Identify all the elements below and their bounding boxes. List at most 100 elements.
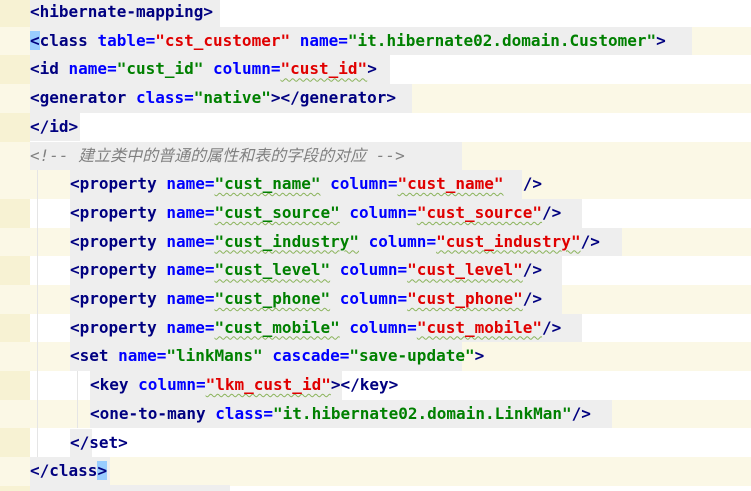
code-token: "cust_industry" bbox=[214, 231, 360, 251]
code-token: cascade= bbox=[272, 346, 350, 366]
code-line-text: <!-- 建立类中的普通的属性和表的字段的对应 --> bbox=[30, 142, 405, 171]
code-line[interactable]: <property name="cust_name" column="cust_… bbox=[0, 170, 751, 199]
code-line[interactable]: <property name="cust_level" column="cust… bbox=[0, 256, 751, 285]
code-token: <property bbox=[70, 317, 167, 337]
code-token: /> bbox=[542, 317, 562, 337]
indent-guide bbox=[37, 170, 38, 458]
code-editor[interactable]: <hibernate-mapping> <class table="cst_cus… bbox=[0, 0, 751, 491]
code-token: "cst_customer" bbox=[155, 30, 291, 50]
code-token: "cust_name" bbox=[214, 174, 321, 194]
code-token: name= bbox=[166, 317, 215, 337]
code-token: <hibernate-mapping> bbox=[30, 2, 214, 21]
code-token: "cust_id" bbox=[280, 59, 368, 79]
code-line[interactable]: <key column="lkm_cust_id"></key> bbox=[0, 371, 751, 400]
code-token: "cust_industry" bbox=[436, 231, 581, 251]
code-line-text: </class> bbox=[30, 457, 108, 486]
code-token: /> bbox=[542, 202, 562, 222]
code-line[interactable]: </id> bbox=[0, 112, 751, 142]
code-line[interactable]: </set> bbox=[0, 428, 751, 458]
code-line[interactable]: </class> bbox=[0, 457, 751, 486]
code-token: <key bbox=[90, 375, 139, 395]
code-line-text: <property name="cust_industry" column="c… bbox=[70, 228, 600, 257]
code-token: <one-to-many bbox=[90, 403, 216, 423]
code-token: column= bbox=[349, 317, 417, 337]
code-line-text: <property name="cust_source" column="cus… bbox=[70, 199, 561, 228]
code-token: "native" bbox=[193, 88, 271, 108]
code-token: /> bbox=[571, 403, 591, 423]
code-line[interactable]: <one-to-many class="it.hibernate02.domai… bbox=[0, 399, 751, 429]
code-token: "lkm_cust_id" bbox=[205, 375, 331, 395]
code-token: <generator bbox=[30, 88, 136, 108]
code-token: "cust_name" bbox=[397, 174, 504, 194]
code-line-text: <property name="cust_name" column="cust_… bbox=[70, 170, 542, 199]
code-line-text: <property name="cust_phone" column="cust… bbox=[70, 285, 542, 314]
code-token: column= bbox=[213, 59, 281, 79]
code-token: class= bbox=[135, 88, 194, 108]
code-token: table= bbox=[97, 30, 156, 50]
code-line[interactable]: <class table="cst_customer" name="it.hib… bbox=[0, 26, 751, 56]
code-token: < bbox=[30, 30, 40, 50]
code-line-text: <class table="cst_customer" name="it.hib… bbox=[30, 27, 666, 56]
code-line[interactable]: <property name="cust_industry" column="c… bbox=[0, 227, 751, 257]
code-token: "cust_mobile" bbox=[416, 317, 543, 337]
code-token: column= bbox=[138, 375, 206, 395]
code-token: <!-- 建立类中的普通的属性和表的字段的对应 --> bbox=[30, 145, 405, 165]
code-token: <property bbox=[70, 231, 167, 251]
code-line[interactable]: <property name="cust_source" column="cus… bbox=[0, 198, 751, 228]
code-token: "cust_source" bbox=[416, 202, 543, 222]
code-token: /> bbox=[580, 231, 600, 251]
code-line[interactable]: <!-- 建立类中的普通的属性和表的字段的对应 --> bbox=[0, 141, 751, 171]
code-token: "save-update" bbox=[349, 346, 475, 366]
code-token: column= bbox=[339, 289, 408, 308]
code-token: "cust_phone" bbox=[214, 289, 331, 308]
code-token: class bbox=[39, 30, 98, 50]
code-token: "cust_mobile" bbox=[214, 317, 340, 337]
code-token: name= bbox=[118, 346, 167, 366]
code-token: name= bbox=[299, 30, 348, 50]
code-line-text: </id> bbox=[30, 113, 78, 142]
code-token: "it.hibernate02.domain.Customer" bbox=[347, 30, 657, 50]
code-token: <property bbox=[70, 202, 167, 222]
code-line[interactable]: <hibernate-mapping> bbox=[0, 0, 751, 27]
code-token: /> bbox=[522, 289, 543, 308]
code-token: </set> bbox=[70, 432, 128, 452]
code-token: "cust_source" bbox=[214, 202, 340, 222]
code-token: name= bbox=[166, 289, 215, 308]
code-line[interactable]: <set name="linkMans" cascade="save-updat… bbox=[0, 342, 751, 372]
code-token: name= bbox=[166, 174, 215, 194]
code-line-text: <set name="linkMans" cascade="save-updat… bbox=[70, 342, 484, 371]
code-token: "cust_id" bbox=[116, 59, 204, 79]
code-token: <property bbox=[70, 260, 167, 280]
code-token: "it.hibernate02.domain.LinkMan" bbox=[273, 403, 572, 423]
code-line-text: </set> bbox=[70, 429, 128, 458]
code-tail-block bbox=[30, 485, 230, 491]
code-token: column= bbox=[368, 231, 437, 251]
code-line[interactable]: <property name="cust_phone" column="cust… bbox=[0, 285, 751, 314]
code-token: </id> bbox=[30, 116, 79, 136]
code-token: name= bbox=[166, 202, 215, 222]
code-token: ></key> bbox=[330, 375, 399, 395]
code-line[interactable]: <id name="cust_id" column="cust_id"> bbox=[0, 55, 751, 85]
code-token: "cust_level" bbox=[214, 260, 331, 280]
code-line-text: <key column="lkm_cust_id"></key> bbox=[90, 371, 398, 400]
code-token: > bbox=[474, 346, 485, 366]
code-token: /> bbox=[522, 260, 543, 280]
code-line-text: <id name="cust_id" column="cust_id"> bbox=[30, 55, 377, 84]
code-line-text: <property name="cust_mobile" column="cus… bbox=[70, 314, 561, 343]
code-token: </class bbox=[30, 461, 98, 481]
code-line-text: <one-to-many class="it.hibernate02.domai… bbox=[90, 400, 591, 429]
code-token: "cust_level" bbox=[407, 260, 523, 280]
code-token: "cust_phone" bbox=[407, 289, 523, 308]
code-token: <id bbox=[30, 59, 69, 79]
code-token: ></generator> bbox=[270, 88, 397, 108]
code-token: "linkMans" bbox=[166, 346, 263, 366]
code-line[interactable]: <generator class="native"></generator> bbox=[0, 84, 751, 113]
code-line[interactable]: <property name="cust_mobile" column="cus… bbox=[0, 313, 751, 343]
